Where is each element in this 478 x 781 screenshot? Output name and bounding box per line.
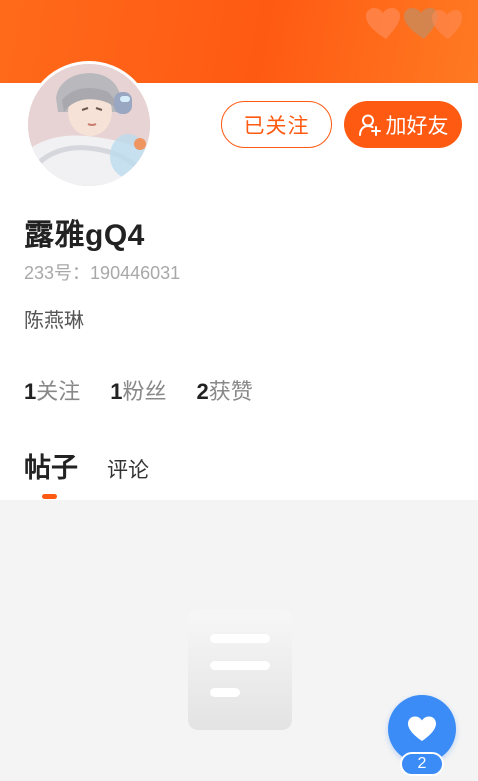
- person-plus-icon: [358, 114, 381, 136]
- stat-likes: 2 获赞: [197, 374, 253, 406]
- following-button-label: 已关注: [243, 114, 310, 138]
- signature: 陈燕琳: [24, 310, 84, 332]
- active-tab-indicator: [42, 494, 57, 499]
- stat-following-value: 1: [24, 379, 37, 404]
- add-friend-button-label: 加好友: [385, 114, 449, 138]
- tab-comments[interactable]: 评论: [107, 454, 149, 484]
- header-heart-decoration-icon: [366, 8, 462, 39]
- stat-following[interactable]: 1 关注: [24, 374, 80, 406]
- uid-row: 233号：190446031: [24, 259, 180, 285]
- stat-fans-label: 粉丝: [122, 379, 167, 404]
- stat-following-label: 关注: [36, 379, 81, 404]
- profile-tabs: 帖子 评论: [24, 446, 149, 485]
- tab-posts[interactable]: 帖子: [24, 446, 78, 485]
- heart-icon: [408, 716, 436, 741]
- avatar[interactable]: [25, 61, 153, 189]
- stat-likes-value: 2: [196, 379, 209, 404]
- like-count-badge: 2: [400, 752, 444, 776]
- username: 露雅gQ4: [24, 219, 145, 252]
- stat-fans[interactable]: 1 粉丝: [110, 374, 166, 406]
- add-friend-button[interactable]: 加好友: [344, 101, 462, 148]
- uid-value: 190446031: [90, 263, 181, 283]
- stat-fans-value: 1: [110, 379, 123, 404]
- stat-likes-label: 获赞: [208, 379, 253, 404]
- following-button[interactable]: 已关注: [221, 101, 332, 148]
- avatar-image: [28, 64, 150, 186]
- stats-row: 1 关注 1 粉丝 2 获赞: [24, 374, 283, 406]
- empty-state-document-icon: [188, 610, 292, 730]
- uid-label: 233号：: [24, 263, 91, 283]
